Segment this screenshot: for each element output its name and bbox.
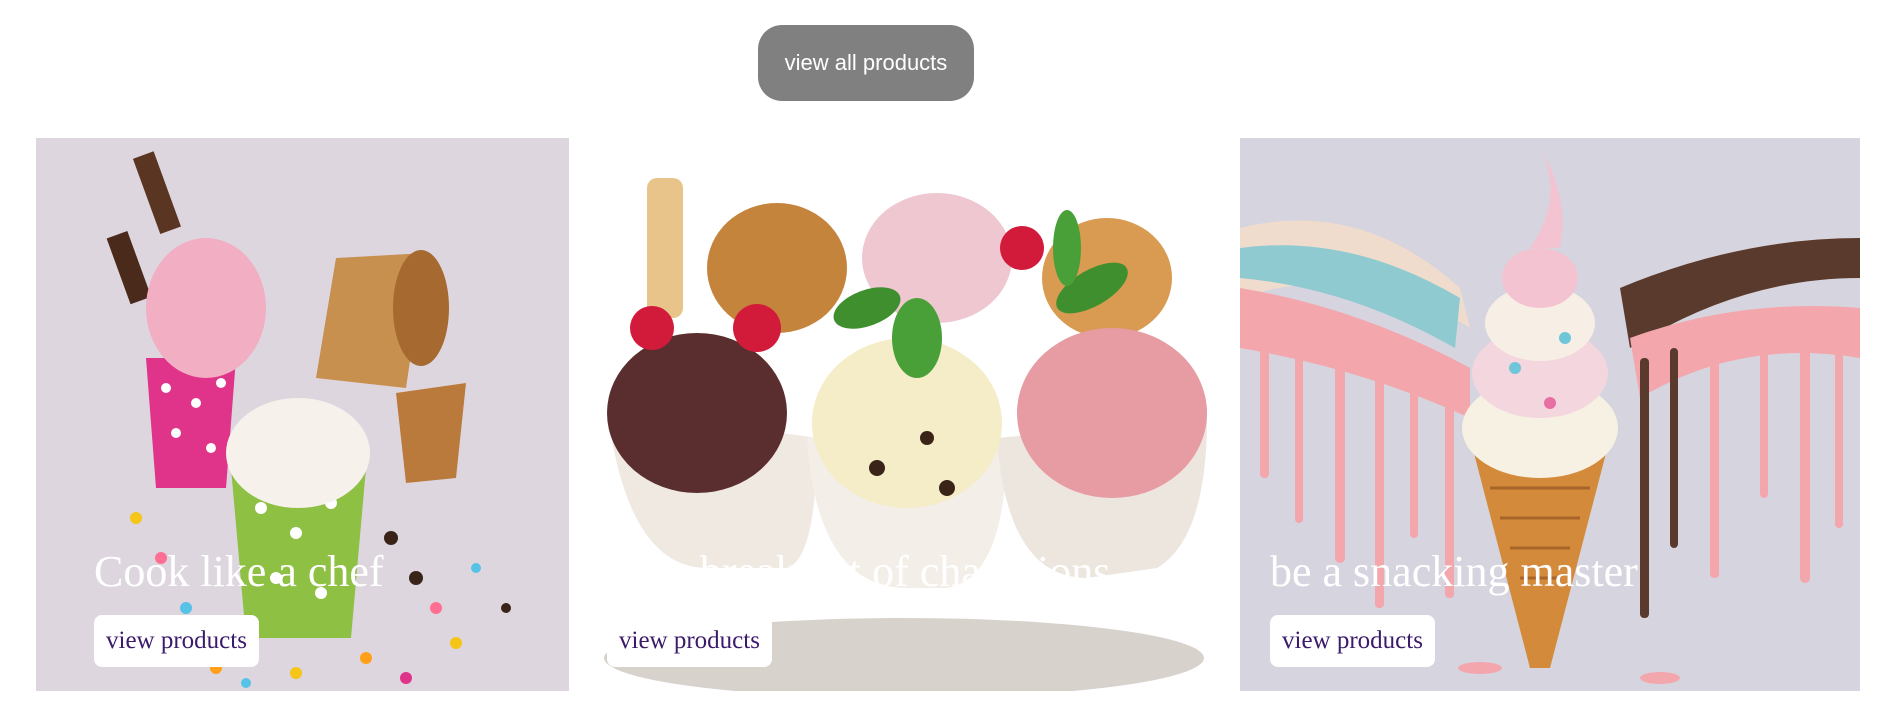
view-products-button[interactable]: view products	[607, 615, 772, 667]
card-title: Cook like a chef	[94, 547, 384, 596]
card-title: for a breakfast of champions	[607, 547, 1111, 596]
page: view all products Cook like a chef view …	[0, 0, 1890, 723]
view-all-products-button[interactable]: view all products	[758, 25, 974, 101]
category-card-breakfast[interactable]: for a breakfast of champions view produc…	[587, 138, 1221, 691]
card-title: be a snacking master	[1270, 547, 1638, 596]
ice-cream-cups-image	[36, 138, 569, 691]
view-products-button[interactable]: view products	[94, 615, 259, 667]
category-card-chef[interactable]: Cook like a chef view products	[36, 138, 569, 691]
ice-cream-cone-image	[1240, 138, 1860, 691]
view-products-button[interactable]: view products	[1270, 615, 1435, 667]
ice-cream-bowls-image	[587, 138, 1221, 691]
category-card-snacking[interactable]: be a snacking master view products	[1240, 138, 1860, 691]
